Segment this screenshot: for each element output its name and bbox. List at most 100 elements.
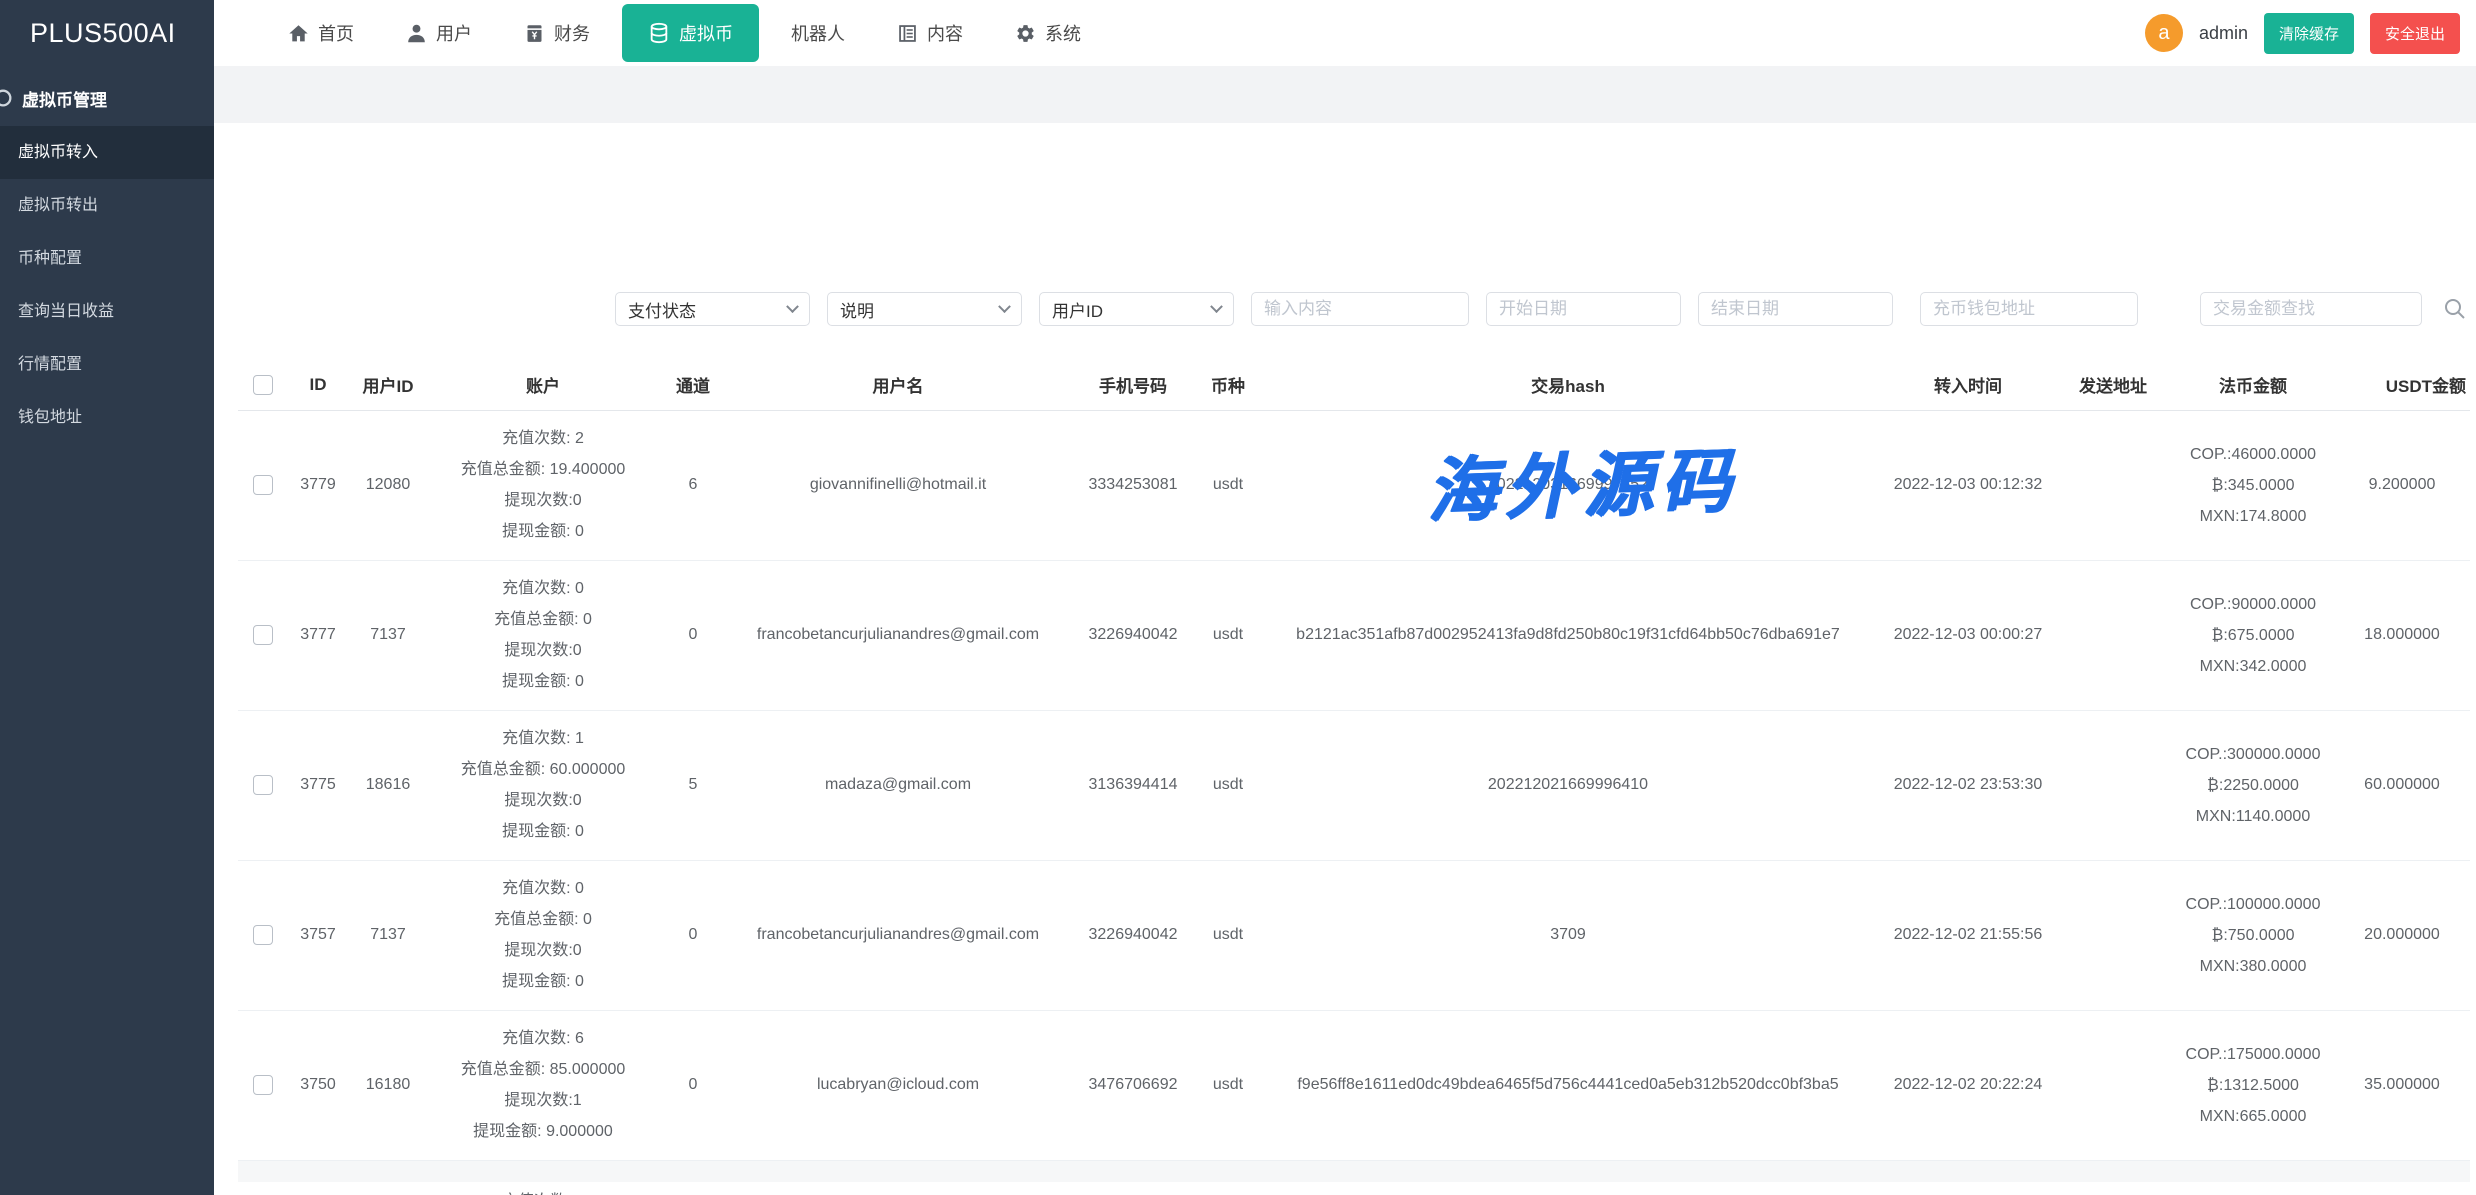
sidebar-section-label: 虚拟币管理 [22, 86, 107, 111]
sidebar-item-market-config[interactable]: 行情配置 [0, 338, 214, 391]
fiat-amount-cell: COP.:300000.0000₿:2250.0000MXN:1140.0000 [2168, 710, 2338, 860]
table-tail: 充值次数: 6 [238, 1160, 2470, 1195]
admin-username[interactable]: admin [2199, 23, 2248, 44]
sidebar-item-crypto-deposit[interactable]: 虚拟币转入 [0, 126, 214, 179]
table-body: 3779 12080 充值次数: 2充值总金额: 19.400000提现次数:0… [238, 410, 2470, 1160]
channel-cell: 0 [658, 860, 728, 1010]
usdt-amount-cell: 9.200000 [2338, 410, 2470, 560]
time-cell: 2022-12-03 00:00:27 [1878, 560, 2058, 710]
send-address-cell [2058, 1010, 2168, 1160]
account-cell: 充值次数: 6充值总金额: 85.000000提现次数:1提现金额: 9.000… [428, 1010, 658, 1160]
nav-item-content[interactable]: 内容 [871, 0, 989, 66]
col-account: 账户 [428, 360, 658, 410]
select-all-checkbox[interactable] [253, 375, 273, 395]
table-row: 3779 12080 充值次数: 2充值总金额: 19.400000提现次数:0… [238, 410, 2470, 560]
end-date-input[interactable] [1698, 292, 1893, 326]
nav-item-robot[interactable]: 机器人 [765, 0, 871, 66]
user-id-link[interactable]: 18616 [348, 710, 428, 860]
fiat-amount-cell: COP.:90000.0000₿:675.0000MXN:342.0000 [2168, 560, 2338, 710]
col-coin: 币种 [1198, 360, 1258, 410]
user-id-link[interactable]: 16180 [348, 1010, 428, 1160]
search-button[interactable] [2443, 297, 2467, 321]
pay-status-select[interactable]: 支付状态 [615, 292, 810, 326]
search-icon [2443, 297, 2467, 321]
coin-cell: usdt [1198, 560, 1258, 710]
wallet-address-input[interactable] [1920, 292, 2138, 326]
coin-cell: usdt [1198, 710, 1258, 860]
row-checkbox[interactable] [253, 475, 273, 495]
row-checkbox[interactable] [253, 775, 273, 795]
usdt-amount-cell: 60.000000 [2338, 710, 2470, 860]
gear-icon [1015, 23, 1036, 44]
coin-cell: usdt [1198, 410, 1258, 560]
sidebar-item-crypto-withdraw[interactable]: 虚拟币转出 [0, 179, 214, 232]
table-header: ID 用户ID 账户 通道 用户名 手机号码 币种 交易hash 转入时间 发送… [238, 360, 2470, 410]
col-channel: 通道 [658, 360, 728, 410]
filter-bar: 支付状态 说明 用户ID [615, 292, 2467, 326]
col-phone: 手机号码 [1068, 360, 1198, 410]
user-id-select[interactable]: 用户ID [1039, 292, 1234, 326]
table-row: 3750 16180 充值次数: 6充值总金额: 85.000000提现次数:1… [238, 1010, 2470, 1160]
hash-cell: 3709 [1258, 860, 1878, 1010]
send-address-cell [2058, 410, 2168, 560]
channel-cell: 5 [658, 710, 728, 860]
avatar[interactable]: a [2145, 14, 2183, 52]
app-logo: PLUS500AI [0, 0, 214, 66]
select-value: 说明 [840, 297, 874, 322]
account-cell: 充值次数: 2充值总金额: 19.400000提现次数:0提现金额: 0 [428, 410, 658, 560]
sidebar-item-coin-config[interactable]: 币种配置 [0, 232, 214, 285]
id-cell: 3757 [288, 860, 348, 1010]
select-value: 用户ID [1052, 297, 1103, 322]
user-id-link[interactable]: 12080 [348, 410, 428, 560]
hash-cell: 202212021669996410 [1258, 710, 1878, 860]
time-cell: 2022-12-02 21:55:56 [1878, 860, 2058, 1010]
col-send-addr: 发送地址 [2058, 360, 2168, 410]
nav-item-crypto[interactable]: 虚拟币 [622, 4, 759, 62]
send-address-cell [2058, 710, 2168, 860]
account-cell: 充值次数: 0充值总金额: 0提现次数:0提现金额: 0 [428, 560, 658, 710]
hash-cell: f9e56ff8e1611ed0dc49bdea6465f5d756c4441c… [1258, 1010, 1878, 1160]
top-nav-items: 首页 用户 财务 [262, 0, 1107, 66]
col-user-id: 用户ID [348, 360, 428, 410]
id-cell: 3775 [288, 710, 348, 860]
nav-label: 财务 [554, 20, 590, 46]
nav-item-home[interactable]: 首页 [262, 0, 380, 66]
row-checkbox[interactable] [253, 625, 273, 645]
amount-search-input[interactable] [2200, 292, 2422, 326]
account-cell: 充值次数: 1充值总金额: 60.000000提现次数:0提现金额: 0 [428, 710, 658, 860]
usdt-amount-cell: 20.000000 [2338, 860, 2470, 1010]
table-row-partial: 充值次数: 6 [238, 1182, 2470, 1195]
nav-label: 系统 [1045, 20, 1081, 46]
channel-cell: 0 [658, 560, 728, 710]
phone-cell: 3476706692 [1068, 1010, 1198, 1160]
nav-item-finance[interactable]: 财务 [498, 0, 616, 66]
clear-cache-button[interactable]: 清除缓存 [2264, 13, 2354, 54]
content-top-band [214, 66, 2476, 123]
time-cell: 2022-12-03 00:12:32 [1878, 410, 2058, 560]
sidebar-item-daily-revenue[interactable]: 查询当日收益 [0, 285, 214, 338]
col-usdt: USDT金额 [2338, 360, 2470, 410]
hash-cell: b2121ac351afb87d002952413fa9d8fd250b80c1… [1258, 560, 1878, 710]
row-checkbox[interactable] [253, 925, 273, 945]
send-address-cell [2058, 560, 2168, 710]
nav-label: 用户 [436, 20, 472, 46]
start-date-input[interactable] [1486, 292, 1681, 326]
row-gap [238, 1160, 2470, 1182]
row-checkbox[interactable] [253, 1075, 273, 1095]
nav-item-system[interactable]: 系统 [989, 0, 1107, 66]
phone-cell: 3136394414 [1068, 710, 1198, 860]
col-time: 转入时间 [1878, 360, 2058, 410]
nav-item-users[interactable]: 用户 [380, 0, 498, 66]
usdt-amount-cell: 35.000000 [2338, 1010, 2470, 1160]
finance-icon [524, 23, 545, 44]
user-id-link[interactable]: 7137 [348, 560, 428, 710]
coin-cell: usdt [1198, 1010, 1258, 1160]
user-id-link[interactable]: 7137 [348, 860, 428, 1010]
safe-logout-button[interactable]: 安全退出 [2370, 13, 2460, 54]
sidebar-item-wallet-address[interactable]: 钱包地址 [0, 391, 214, 444]
table-row: 3777 7137 充值次数: 0充值总金额: 0提现次数:0提现金额: 0 0… [238, 560, 2470, 710]
content-input[interactable] [1251, 292, 1469, 326]
description-select[interactable]: 说明 [827, 292, 1022, 326]
page: PLUS500AI 虚拟币管理 虚拟币转入 虚拟币转出 币种配置 查询当日收益 … [0, 0, 2476, 1195]
coin-cell: usdt [1198, 860, 1258, 1010]
